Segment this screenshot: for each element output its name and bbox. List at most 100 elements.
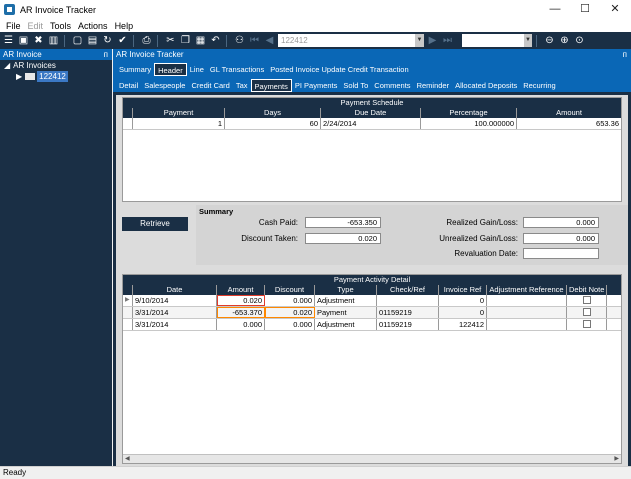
go-icon[interactable]: ⊙ xyxy=(573,34,586,47)
cell-days[interactable]: 60 xyxy=(225,118,321,129)
tab-credit-card[interactable]: Credit Card xyxy=(188,79,232,92)
menu-edit[interactable]: Edit xyxy=(28,21,44,31)
row-selector[interactable] xyxy=(123,307,133,318)
debit-note-checkbox[interactable] xyxy=(582,320,591,328)
tab-detail[interactable]: Detail xyxy=(116,79,141,92)
open-icon[interactable]: ▤ xyxy=(86,34,99,47)
previous-record-icon[interactable]: ◀ xyxy=(263,34,276,47)
record-selector[interactable]: 122412 ▼ xyxy=(278,34,424,47)
tab-posted-invoice-update[interactable]: Posted Invoice Update Credit Transaction xyxy=(267,63,411,76)
search-combo[interactable]: ▼ xyxy=(462,34,532,47)
cell-check-ref[interactable]: 01159219 xyxy=(377,319,439,330)
chevron-down-icon[interactable]: ▼ xyxy=(524,34,532,47)
next-record-icon[interactable]: ▶ xyxy=(426,34,439,47)
scroll-right-icon[interactable]: ▶ xyxy=(614,455,619,462)
cell-payment[interactable]: 1 xyxy=(133,118,225,129)
cell-amount[interactable]: -653.370 xyxy=(217,307,265,318)
debit-note-checkbox[interactable] xyxy=(582,296,591,304)
undo-icon[interactable]: ↶ xyxy=(209,34,222,47)
table-row[interactable]: 3/31/2014 0.000 0.000 Adjustment 0115921… xyxy=(123,319,621,331)
cell-discount[interactable]: 0.000 xyxy=(265,295,315,306)
cell-check-ref[interactable]: 01159219 xyxy=(377,307,439,318)
horizontal-scrollbar[interactable]: ◀ ▶ xyxy=(123,454,621,463)
maximize-button[interactable]: ☐ xyxy=(570,0,600,19)
cell-type[interactable]: Adjustment xyxy=(315,319,377,330)
cell-invoice-ref[interactable]: 0 xyxy=(439,307,487,318)
tab-pi-payments[interactable]: PI Payments xyxy=(292,79,341,92)
tree-root[interactable]: ◢ AR Invoices xyxy=(0,60,112,71)
cell-type[interactable]: Adjustment xyxy=(315,295,377,306)
expand-icon[interactable]: ▶ xyxy=(16,71,22,82)
tree-node[interactable]: ▶ 122412 xyxy=(0,71,112,82)
cut-icon[interactable]: ✂ xyxy=(164,34,177,47)
cell-amount[interactable]: 0.000 xyxy=(217,319,265,330)
forward-icon[interactable]: ⊕ xyxy=(558,34,571,47)
last-record-icon[interactable]: ⏭ xyxy=(441,34,454,47)
binoculars-icon[interactable]: ⚇ xyxy=(233,34,246,47)
tab-summary[interactable]: Summary xyxy=(116,63,154,76)
cell-invoice-ref[interactable]: 0 xyxy=(439,295,487,306)
row-selector[interactable] xyxy=(123,118,133,129)
cell-debit-note[interactable] xyxy=(567,319,607,330)
cell-invoice-ref[interactable]: 122412 xyxy=(439,319,487,330)
cell-percentage[interactable]: 100.000000 xyxy=(421,118,517,129)
copy-icon[interactable]: ❐ xyxy=(179,34,192,47)
save-icon[interactable]: ▣ xyxy=(17,34,30,47)
tab-header[interactable]: Header xyxy=(154,62,187,76)
cell-amount[interactable]: 653.36 xyxy=(517,118,621,129)
tab-allocated-deposits[interactable]: Allocated Deposits xyxy=(452,79,520,92)
retrieve-button[interactable]: Retrieve xyxy=(122,217,188,231)
close-button[interactable]: ✕ xyxy=(600,0,630,19)
table-row[interactable]: ▶ 9/10/2014 0.020 0.000 Adjustment 0 xyxy=(123,295,621,307)
revaluation-date-field[interactable] xyxy=(523,248,599,259)
menu-tools[interactable]: Tools xyxy=(50,21,71,31)
tab-sold-to[interactable]: Sold To xyxy=(340,79,371,92)
tab-salespeople[interactable]: Salespeople xyxy=(141,79,188,92)
table-row[interactable]: 3/31/2014 -653.370 0.020 Payment 0115921… xyxy=(123,307,621,319)
cell-discount[interactable]: 0.000 xyxy=(265,319,315,330)
tab-reminder[interactable]: Reminder xyxy=(414,79,453,92)
cell-date[interactable]: 3/31/2014 xyxy=(133,319,217,330)
print-icon[interactable]: ⎙ xyxy=(140,34,153,47)
cell-debit-note[interactable] xyxy=(567,307,607,318)
tab-recurring[interactable]: Recurring xyxy=(520,79,559,92)
cell-due-date[interactable]: 2/24/2014 xyxy=(321,118,421,129)
paste-icon[interactable]: ▦ xyxy=(194,34,207,47)
cell-date[interactable]: 3/31/2014 xyxy=(133,307,217,318)
pin-icon[interactable]: ᴨ xyxy=(623,49,627,60)
new-icon[interactable]: ▢ xyxy=(71,34,84,47)
cell-debit-note[interactable] xyxy=(567,295,607,306)
delete-icon[interactable]: ✖ xyxy=(32,34,45,47)
cell-adjustment-reference[interactable] xyxy=(487,319,567,330)
cell-check-ref[interactable] xyxy=(377,295,439,306)
books-icon[interactable]: ▥ xyxy=(47,34,60,47)
scroll-left-icon[interactable]: ◀ xyxy=(125,455,130,462)
tab-tax[interactable]: Tax xyxy=(233,79,251,92)
cell-adjustment-reference[interactable] xyxy=(487,307,567,318)
cell-type[interactable]: Payment xyxy=(315,307,377,318)
cell-amount[interactable]: 0.020 xyxy=(217,295,265,306)
cell-date[interactable]: 9/10/2014 xyxy=(133,295,217,306)
cash-paid-field[interactable]: -653.350 xyxy=(305,217,381,228)
refresh-icon[interactable]: ↻ xyxy=(101,34,114,47)
unrealized-gain-loss-field[interactable]: 0.000 xyxy=(523,233,599,244)
realized-gain-loss-field[interactable]: 0.000 xyxy=(523,217,599,228)
cell-adjustment-reference[interactable] xyxy=(487,295,567,306)
menu-help[interactable]: Help xyxy=(115,21,134,31)
pin-icon[interactable]: ᴨ xyxy=(104,49,108,60)
tab-comments[interactable]: Comments xyxy=(371,79,413,92)
tab-payments[interactable]: Payments xyxy=(250,78,292,92)
minimize-button[interactable]: — xyxy=(540,0,570,19)
menu-file[interactable]: File xyxy=(6,21,21,31)
debit-note-checkbox[interactable] xyxy=(582,308,591,316)
table-row[interactable]: 1 60 2/24/2014 100.000000 653.36 xyxy=(123,118,621,130)
menu-actions[interactable]: Actions xyxy=(78,21,108,31)
tab-line[interactable]: Line xyxy=(187,63,207,76)
cell-discount[interactable]: 0.020 xyxy=(265,307,315,318)
discount-taken-field[interactable]: 0.020 xyxy=(305,233,381,244)
row-selector[interactable] xyxy=(123,319,133,330)
tools-icon[interactable]: ✔ xyxy=(116,34,129,47)
tab-gl-transactions[interactable]: GL Transactions xyxy=(207,63,267,76)
first-record-icon[interactable]: ⏮ xyxy=(248,34,261,47)
chevron-down-icon[interactable]: ▼ xyxy=(415,34,424,47)
